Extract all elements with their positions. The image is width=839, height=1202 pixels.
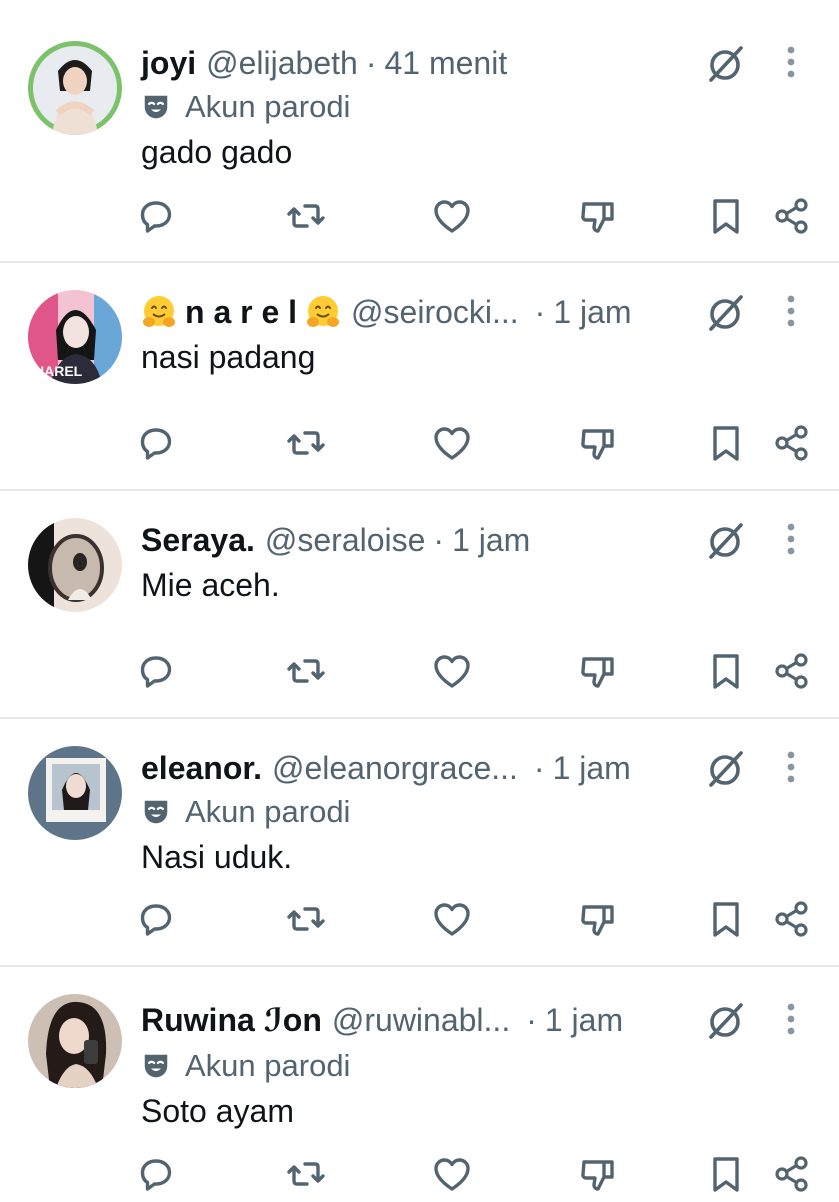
more-icon[interactable]	[778, 291, 804, 331]
grok-icon[interactable]	[703, 42, 747, 86]
parody-label: Akun parodi	[185, 794, 351, 829]
share-icon[interactable]	[770, 421, 814, 465]
share-icon[interactable]	[770, 1152, 814, 1196]
like-icon[interactable]	[430, 1152, 474, 1196]
avatar[interactable]	[28, 994, 122, 1088]
post[interactable]: Seraya. @seraloise · 1 jam Mie aceh.	[0, 491, 839, 719]
repost-icon[interactable]	[284, 897, 328, 941]
avatar[interactable]	[28, 746, 122, 840]
timestamp[interactable]: 1 jam	[545, 1002, 623, 1039]
timestamp[interactable]: 1 jam	[553, 294, 631, 331]
dislike-icon[interactable]	[576, 897, 620, 941]
repost-icon[interactable]	[284, 1152, 328, 1196]
post-header: Seraya. @seraloise · 1 jam	[141, 520, 530, 560]
more-icon[interactable]	[778, 42, 804, 82]
user-handle[interactable]: @seraloise	[265, 522, 426, 559]
grok-icon[interactable]	[703, 747, 747, 791]
reply-icon[interactable]	[134, 897, 178, 941]
hugging-face-icon	[305, 294, 341, 330]
display-name[interactable]: Seraya.	[141, 522, 255, 559]
action-bar	[0, 1152, 839, 1202]
reply-icon[interactable]	[134, 1152, 178, 1196]
parody-mask-icon	[141, 797, 171, 827]
separator-dot: ·	[526, 1001, 537, 1038]
user-handle[interactable]: @seirocki...	[351, 294, 519, 331]
grok-icon[interactable]	[703, 519, 747, 563]
share-icon[interactable]	[770, 649, 814, 693]
post[interactable]: joyi @elijabeth · 41 menit Akun parodi g…	[0, 0, 839, 263]
post-header: joyi @elijabeth · 41 menit	[141, 43, 507, 83]
reply-icon[interactable]	[134, 649, 178, 693]
post-text[interactable]: gado gado	[141, 134, 292, 171]
parody-mask-icon	[141, 92, 171, 122]
bookmark-icon[interactable]	[704, 649, 748, 693]
parody-label: Akun parodi	[185, 89, 351, 124]
action-bar	[0, 421, 839, 471]
post-header: Ruwina ℐon @ruwinabl... · 1 jam	[141, 1000, 623, 1040]
like-icon[interactable]	[430, 421, 474, 465]
divider	[0, 965, 839, 967]
like-icon[interactable]	[430, 649, 474, 693]
action-bar	[0, 649, 839, 699]
post-text[interactable]: Soto ayam	[141, 1093, 294, 1130]
bookmark-icon[interactable]	[704, 1152, 748, 1196]
user-handle[interactable]: @eleanorgrace...	[272, 750, 518, 787]
action-bar	[0, 194, 839, 244]
hugging-face-icon	[141, 294, 177, 330]
more-icon[interactable]	[778, 519, 804, 559]
like-icon[interactable]	[430, 194, 474, 238]
avatar[interactable]: NAREL	[28, 290, 122, 384]
separator-dot: ·	[533, 749, 545, 786]
avatar-label: NAREL	[34, 363, 83, 379]
post-header: n a r e l @seirocki... · 1 jam	[141, 292, 632, 332]
parody-label: Akun parodi	[185, 1048, 351, 1083]
post[interactable]: eleanor. @eleanorgrace... · 1 jam Akun p…	[0, 719, 839, 969]
action-bar	[0, 897, 839, 947]
separator-dot: ·	[433, 521, 445, 558]
display-name[interactable]: eleanor.	[141, 750, 262, 787]
display-name[interactable]: n a r e l	[185, 294, 297, 331]
bookmark-icon[interactable]	[704, 897, 748, 941]
reply-icon[interactable]	[134, 194, 178, 238]
parody-mask-icon	[141, 1051, 171, 1081]
bookmark-icon[interactable]	[704, 194, 748, 238]
more-icon[interactable]	[778, 747, 804, 787]
avatar[interactable]	[28, 41, 122, 135]
dislike-icon[interactable]	[576, 421, 620, 465]
post[interactable]: NAREL n a r e l @seirocki... · 1 jam nas…	[0, 263, 839, 491]
dislike-icon[interactable]	[576, 649, 620, 693]
timestamp[interactable]: 1 jam	[452, 522, 530, 559]
reply-icon[interactable]	[134, 421, 178, 465]
timestamp[interactable]: 41 menit	[384, 45, 507, 82]
grok-icon[interactable]	[703, 999, 747, 1043]
parody-badge: Akun parodi	[141, 792, 350, 832]
share-icon[interactable]	[770, 194, 814, 238]
post[interactable]: Ruwina ℐon @ruwinabl... · 1 jam Akun par…	[0, 969, 839, 1200]
dislike-icon[interactable]	[576, 1152, 620, 1196]
bookmark-icon[interactable]	[704, 421, 748, 465]
parody-badge: Akun parodi	[141, 1046, 350, 1086]
post-text[interactable]: Mie aceh.	[141, 567, 280, 604]
avatar[interactable]	[28, 518, 122, 612]
user-handle[interactable]: @ruwinabl...	[332, 1002, 510, 1039]
like-icon[interactable]	[430, 897, 474, 941]
user-handle[interactable]: @elijabeth	[206, 45, 358, 82]
post-header: eleanor. @eleanorgrace... · 1 jam	[141, 748, 631, 788]
parody-badge: Akun parodi	[141, 87, 350, 127]
separator-dot: ·	[534, 293, 546, 330]
post-text[interactable]: Nasi uduk.	[141, 839, 292, 876]
post-text[interactable]: nasi padang	[141, 339, 315, 376]
display-name[interactable]: joyi	[141, 45, 196, 82]
separator-dot: ·	[365, 44, 377, 81]
share-icon[interactable]	[770, 897, 814, 941]
repost-icon[interactable]	[284, 649, 328, 693]
more-icon[interactable]	[778, 999, 804, 1039]
dislike-icon[interactable]	[576, 194, 620, 238]
display-name[interactable]: Ruwina ℐon	[141, 1001, 322, 1039]
timestamp[interactable]: 1 jam	[553, 750, 631, 787]
repost-icon[interactable]	[284, 194, 328, 238]
grok-icon[interactable]	[703, 291, 747, 335]
repost-icon[interactable]	[284, 421, 328, 465]
